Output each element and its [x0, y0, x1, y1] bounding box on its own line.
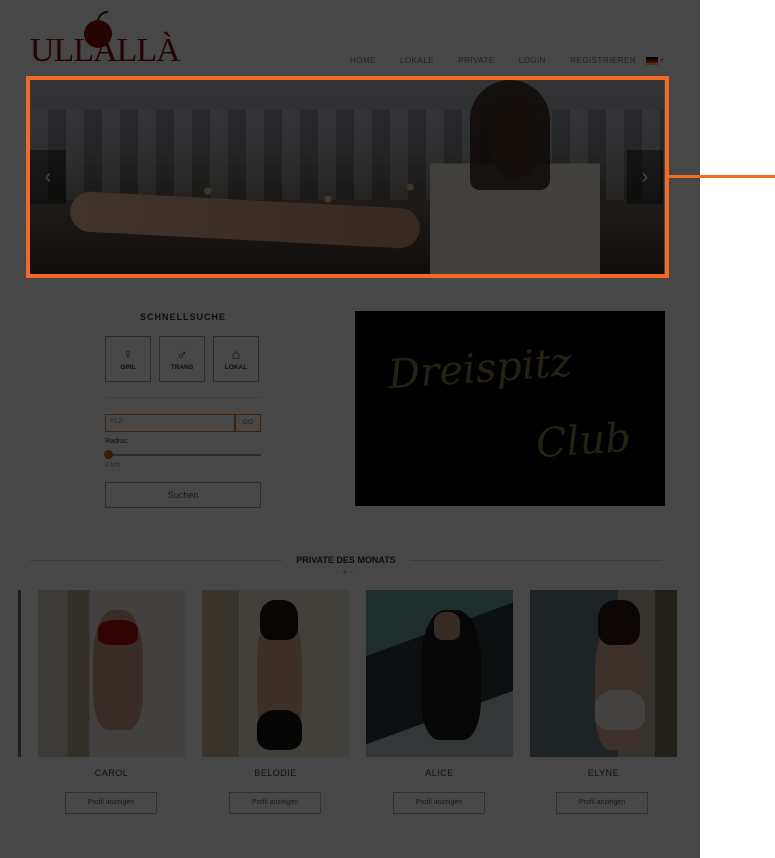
card-image-carol[interactable]: [38, 590, 185, 757]
girl-filter-button[interactable]: ♀ GIRL: [105, 336, 151, 382]
house-icon: ⌂: [231, 346, 241, 362]
trans-filter-button[interactable]: ♂ TRANS: [159, 336, 205, 382]
profile-button-elyne[interactable]: Profil anzeigen: [556, 792, 648, 814]
go-button[interactable]: GO: [235, 414, 261, 432]
card-name-alice: ALICE: [425, 768, 454, 778]
nav-home[interactable]: HOME: [350, 56, 376, 65]
card-image-alice[interactable]: [366, 590, 513, 757]
quick-search-title: SCHNELLSUCHE: [139, 312, 226, 322]
ornament-icon: ~ ∗ ~: [336, 569, 354, 576]
section-title: PRIVATE DES MONATS: [296, 555, 396, 565]
profile-button-carol[interactable]: Profil anzeigen: [65, 792, 157, 814]
model-face: [434, 612, 460, 640]
dreispitz-club-banner[interactable]: [355, 311, 665, 506]
section-divider-left: [30, 560, 282, 561]
radius-label: Radius:: [105, 438, 129, 445]
model-outfit: [98, 620, 138, 645]
card-image-belodie[interactable]: [202, 590, 349, 757]
quick-search-divider: [105, 397, 261, 398]
radius-slider-handle[interactable]: [104, 450, 113, 459]
banner-line2: Club: [534, 414, 633, 468]
profile-button-belodie[interactable]: Profil anzeigen: [229, 792, 321, 814]
nav-login[interactable]: LOGIN: [519, 56, 546, 65]
card-name-carol: CAROL: [94, 768, 129, 778]
nav-lokale[interactable]: LOKALE: [400, 56, 434, 65]
card-name-belodie: BELODIE: [254, 768, 297, 778]
site-logo[interactable]: ULLALLÀ: [30, 10, 181, 70]
logo-text: ULLALLÀ: [30, 32, 181, 69]
german-flag-icon[interactable]: [646, 57, 658, 65]
search-button[interactable]: Suchen: [105, 482, 261, 508]
card-name-elyne: ELYNE: [587, 768, 620, 778]
card-partial-previous[interactable]: [18, 590, 21, 757]
radius-value: 0 km: [105, 462, 121, 469]
model-outfit: [257, 710, 302, 750]
caret-down-icon[interactable]: ▾: [660, 56, 664, 64]
card-image-elyne[interactable]: [530, 590, 677, 757]
model-hair: [598, 600, 640, 645]
section-divider-right: [410, 560, 662, 561]
female-icon: ♀: [122, 346, 134, 362]
trans-filter-label: TRANS: [170, 364, 194, 371]
nav-registrieren[interactable]: REGISTRIEREN: [570, 56, 636, 65]
male-icon: ♂: [176, 346, 188, 362]
model-hair: [260, 600, 298, 640]
lokal-filter-button[interactable]: ⌂ LOKAL: [213, 336, 259, 382]
girl-filter-label: GIRL: [120, 364, 136, 371]
highlight-pointer-line: [669, 175, 775, 178]
lokal-filter-label: LOKAL: [224, 364, 248, 371]
slider-highlight-box: [26, 76, 669, 278]
plz-input[interactable]: PLZ: [105, 414, 235, 432]
model-outfit: [595, 690, 645, 730]
radius-slider-track[interactable]: [108, 454, 261, 456]
profile-button-alice[interactable]: Profil anzeigen: [393, 792, 485, 814]
main-nav: HOME LOKALE PRIVATE LOGIN REGISTRIEREN: [350, 56, 636, 65]
nav-private[interactable]: PRIVATE: [458, 56, 495, 65]
